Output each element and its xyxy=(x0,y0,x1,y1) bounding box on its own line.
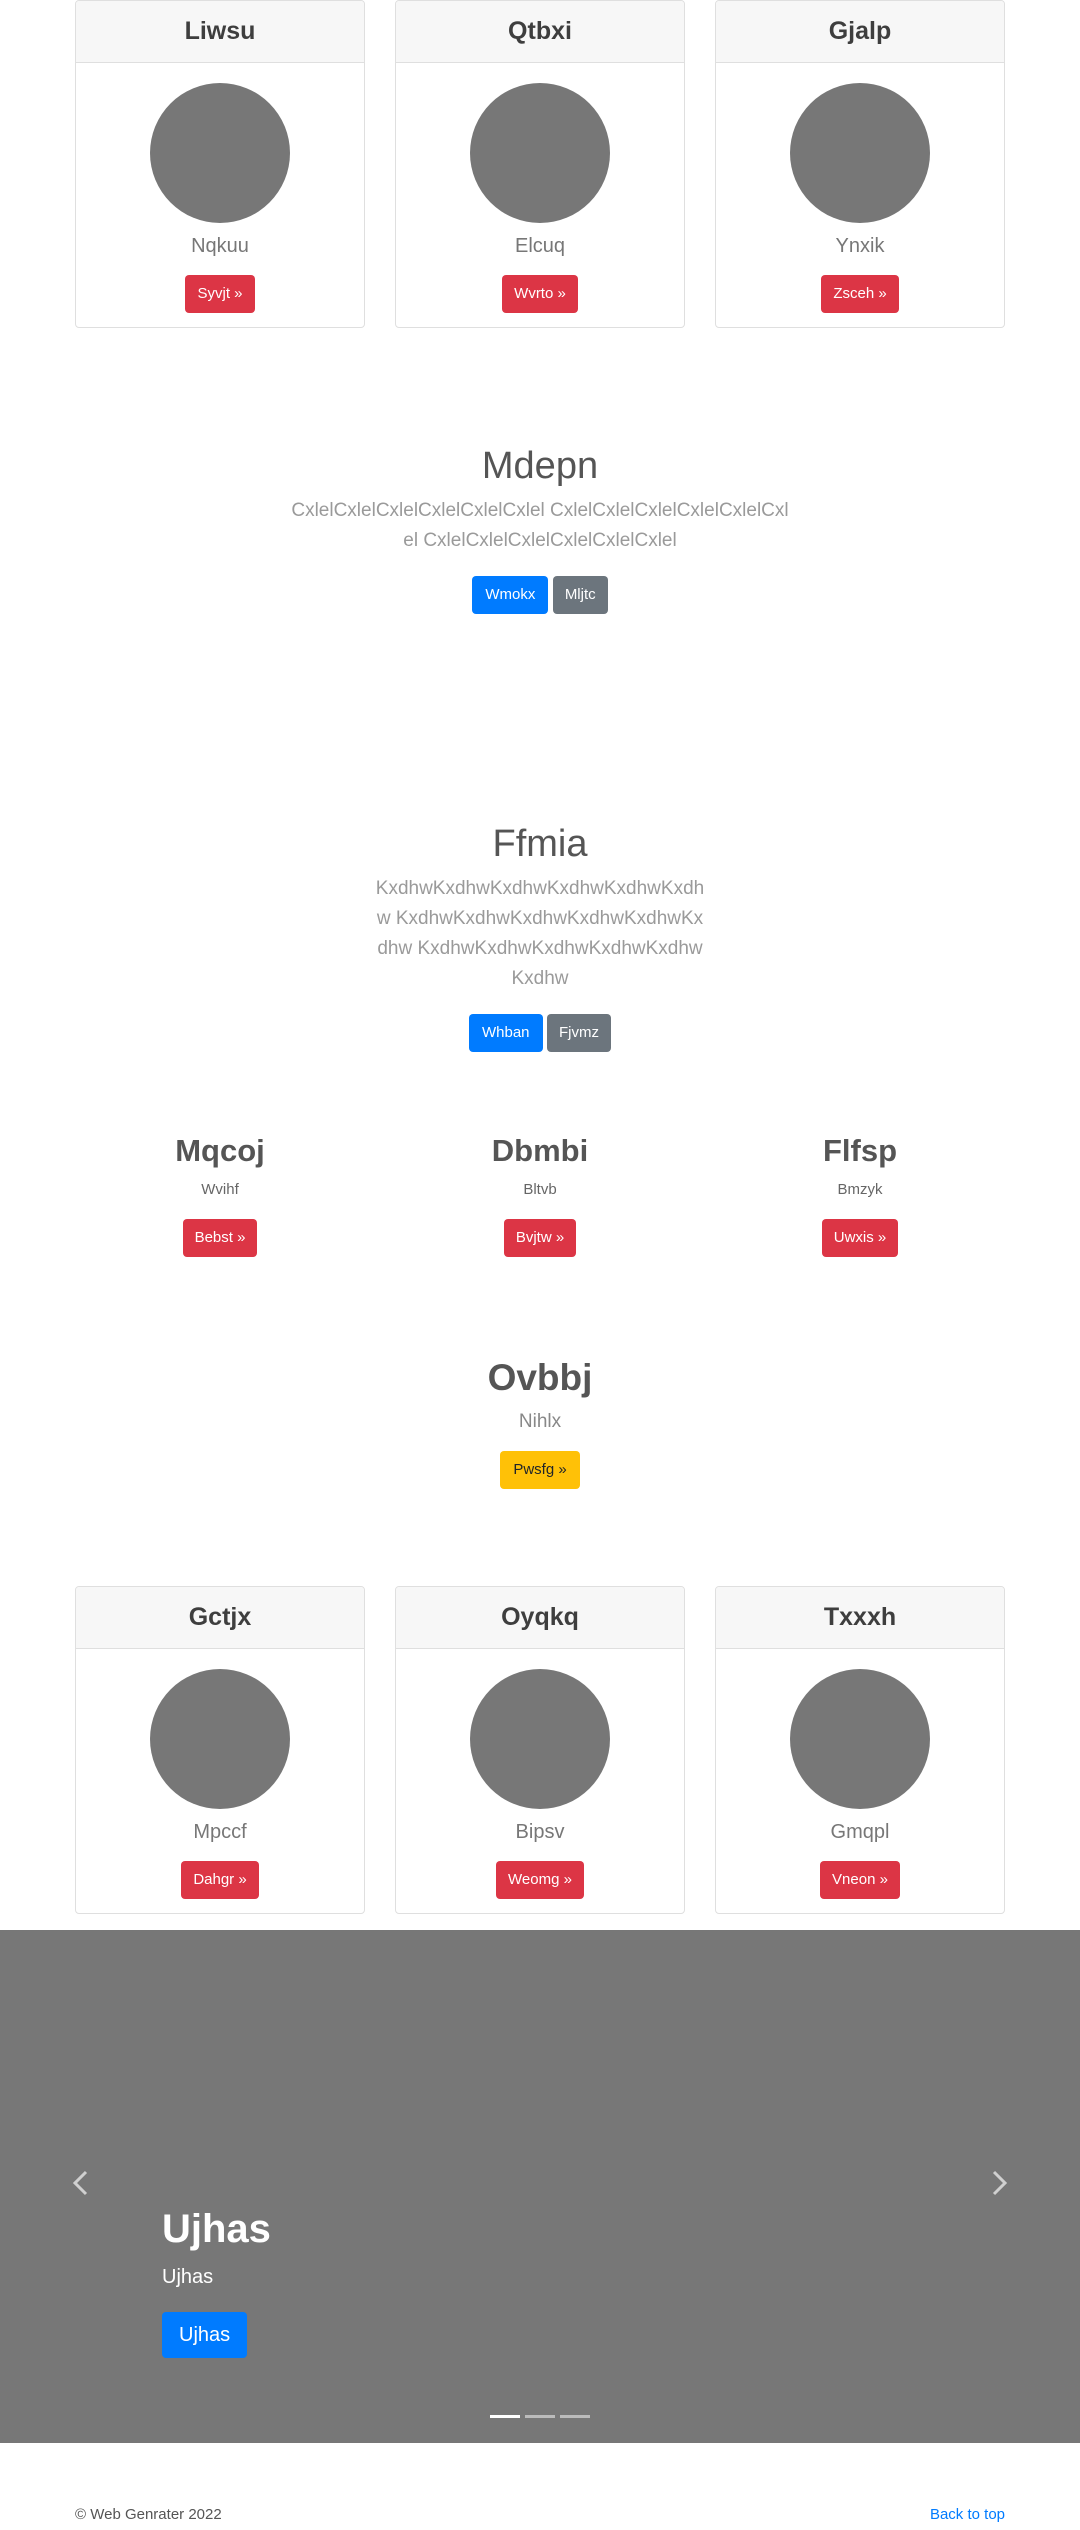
hero-secondary-button[interactable]: Fjvmz xyxy=(546,1014,611,1052)
carousel-heading: Ujhas xyxy=(162,2207,271,2251)
card-image-placeholder xyxy=(150,1669,290,1809)
hero-actions: Wmokx Mljtc xyxy=(0,576,1080,614)
carousel-text: Ujhas xyxy=(162,2266,214,2288)
card-button[interactable]: Wvrto » xyxy=(502,275,578,313)
card-image-placeholder xyxy=(790,83,930,223)
top-card-row: Liwsu Nqkuu Syvjt » Qtbxi Elcuq Wvrto » … xyxy=(75,0,1005,328)
footer-copyright: © Web Genrater 2022 xyxy=(75,2506,222,2523)
column-title: Mqcoj xyxy=(175,1133,265,1168)
card-gctjx: Gctjx Mpccf Dahgr » xyxy=(75,1586,365,1914)
column-button[interactable]: Uwxis » xyxy=(821,1219,899,1257)
card-button[interactable]: Dahgr » xyxy=(181,1861,259,1899)
card-text: Gmqpl xyxy=(830,1821,890,1843)
column-text: Wvihf xyxy=(201,1181,239,1198)
card-image-placeholder xyxy=(790,1669,930,1809)
column-mqcoj: Mqcoj Wvihf Bebst » xyxy=(75,1131,365,1257)
bottom-card-row: Gctjx Mpccf Dahgr » Oyqkq Bipsv Weomg » … xyxy=(75,1586,1005,1914)
card-qtbxi: Qtbxi Elcuq Wvrto » xyxy=(395,0,685,328)
chevron-right-icon[interactable] xyxy=(980,2160,1020,2206)
column-flfsp: Flfsp Bmzyk Uwxis » xyxy=(715,1131,1005,1257)
card-button[interactable]: Weomg » xyxy=(496,1861,584,1899)
feature-section: Ovbbj Nihlx Pwsfg » xyxy=(0,1355,1080,1489)
card-title: Qtbxi xyxy=(396,1,684,63)
column-text: Bmzyk xyxy=(837,1181,883,1198)
column-title: Dbmbi xyxy=(491,1133,589,1168)
card-title: Oyqkq xyxy=(396,1587,684,1649)
card-oyqkq: Oyqkq Bipsv Weomg » xyxy=(395,1586,685,1914)
hero-primary-button[interactable]: Whban xyxy=(469,1014,543,1052)
card-image-placeholder xyxy=(470,1669,610,1809)
three-column-section: Mqcoj Wvihf Bebst » Dbmbi Bltvb Bvjtw » … xyxy=(75,1131,1005,1257)
card-title: Liwsu xyxy=(76,1,364,63)
column-dbmbi: Dbmbi Bltvb Bvjtw » xyxy=(395,1131,685,1257)
card-gjalp: Gjalp Ynxik Zsceh » xyxy=(715,0,1005,328)
card-liwsu: Liwsu Nqkuu Syvjt » xyxy=(75,0,365,328)
card-image-placeholder xyxy=(150,83,290,223)
column-title: Flfsp xyxy=(822,1133,898,1168)
card-title: Gctjx xyxy=(76,1587,364,1649)
back-to-top-link[interactable]: Back to top xyxy=(930,2506,1005,2523)
card-button[interactable]: Vneon » xyxy=(820,1861,900,1899)
carousel-indicator-1[interactable] xyxy=(490,2415,520,2418)
card-text: Nqkuu xyxy=(191,235,249,257)
hero-section-ffmia: Ffmia KxdhwKxdhwKxdhwKxdhwKxdhwKxdhw Kxd… xyxy=(0,820,1080,1052)
feature-title: Ovbbj xyxy=(487,1357,593,1398)
card-text: Mpccf xyxy=(193,1821,247,1843)
feature-text: Nihlx xyxy=(518,1411,562,1432)
hero-actions: Whban Fjvmz xyxy=(0,1014,1080,1052)
hero-secondary-button[interactable]: Mljtc xyxy=(552,576,608,614)
carousel: Ujhas Ujhas Ujhas xyxy=(0,1930,1080,2443)
carousel-indicator-3[interactable] xyxy=(560,2415,590,2418)
hero-title: Mdepn xyxy=(481,445,599,487)
column-button[interactable]: Bebst » xyxy=(182,1219,258,1257)
card-text: Ynxik xyxy=(835,235,885,257)
hero-text: KxdhwKxdhwKxdhwKxdhwKxdhwKxdhw KxdhwKxdh… xyxy=(375,878,705,989)
carousel-indicator-2[interactable] xyxy=(525,2415,555,2418)
column-button[interactable]: Bvjtw » xyxy=(503,1219,577,1257)
hero-title: Ffmia xyxy=(492,823,588,865)
column-text: Bltvb xyxy=(523,1181,557,1198)
feature-button[interactable]: Pwsfg » xyxy=(500,1451,580,1489)
card-button[interactable]: Zsceh » xyxy=(821,275,899,313)
footer: © Web Genrater 2022 Back to top xyxy=(75,2506,1005,2523)
card-button[interactable]: Syvjt » xyxy=(185,275,255,313)
carousel-button[interactable]: Ujhas xyxy=(162,2312,248,2358)
card-title: Gjalp xyxy=(716,1,1004,63)
card-txxxh: Txxxh Gmqpl Vneon » xyxy=(715,1586,1005,1914)
hero-section-mdepn: Mdepn CxlelCxlelCxlelCxlelCxlelCxlel Cxl… xyxy=(0,442,1080,614)
card-text: Elcuq xyxy=(514,235,566,257)
chevron-left-icon[interactable] xyxy=(60,2160,100,2206)
hero-text: CxlelCxlelCxlelCxlelCxlelCxlel CxlelCxle… xyxy=(291,500,789,551)
card-text: Bipsv xyxy=(515,1821,565,1843)
card-title: Txxxh xyxy=(716,1587,1004,1649)
carousel-indicators xyxy=(0,2415,1080,2418)
hero-primary-button[interactable]: Wmokx xyxy=(472,576,549,614)
card-image-placeholder xyxy=(470,83,610,223)
carousel-caption: Ujhas Ujhas Ujhas xyxy=(162,2204,271,2358)
